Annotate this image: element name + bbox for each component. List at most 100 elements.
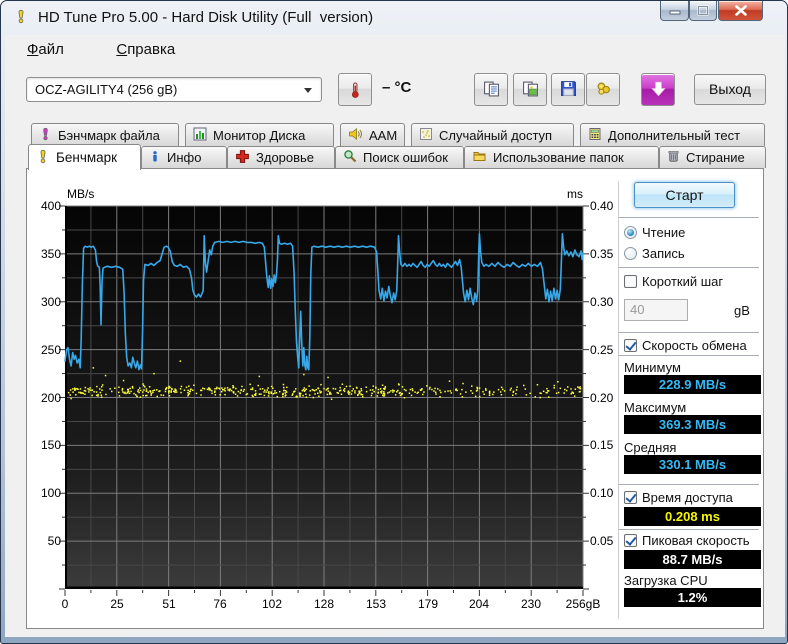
access-time-checkbox[interactable]: Время доступа xyxy=(624,490,765,505)
y-left-tick: 250 xyxy=(40,343,61,357)
speaker-icon xyxy=(348,127,363,144)
tab-label: AAM xyxy=(369,127,398,143)
panel-divider xyxy=(618,181,620,619)
write-radio-label: Запись xyxy=(642,246,685,261)
save-button[interactable] xyxy=(551,73,585,106)
tab-health[interactable]: Здоровье xyxy=(227,146,335,168)
screenshot-button[interactable] xyxy=(641,73,675,106)
tab-extra-tests[interactable]: Дополнительный тест xyxy=(580,123,765,146)
tab-label: Бенчмарк xyxy=(56,150,118,165)
close-button[interactable] xyxy=(718,1,763,21)
tab-label: Дополнительный тест xyxy=(608,127,741,143)
y-right-tick: 0.40 xyxy=(590,199,614,213)
x-tick: 102 xyxy=(261,597,283,611)
gauge-yellow-icon xyxy=(36,149,50,167)
temperature-value: – °C xyxy=(382,79,412,96)
checkbox-icon xyxy=(624,339,637,352)
menu-help[interactable]: Справка xyxy=(110,39,181,60)
tab-label: Использование папок xyxy=(493,150,624,165)
minimize-button[interactable] xyxy=(660,1,689,21)
avg-label: Средняя xyxy=(624,440,677,455)
y-right-tick: 0.30 xyxy=(590,295,614,309)
read-radio-label: Чтение xyxy=(642,225,686,240)
stride-size-input[interactable]: 40 xyxy=(624,299,688,321)
radio-icon xyxy=(624,226,637,239)
tab-disk-monitor[interactable]: Монитор Диска xyxy=(185,123,334,146)
y-right-tick: 0.10 xyxy=(590,486,614,500)
y-right-tick: 0.35 xyxy=(590,247,614,261)
tab-label: Бэнчмарк файла xyxy=(58,127,160,143)
close-icon xyxy=(734,5,747,16)
temperature-button[interactable] xyxy=(338,73,372,106)
minimize-icon xyxy=(669,10,680,15)
menu-file[interactable]: Файл xyxy=(21,39,70,60)
y-right-tick: 0.25 xyxy=(590,343,614,357)
y-left-tick: 150 xyxy=(40,438,61,452)
x-tick: 179 xyxy=(417,597,439,611)
min-value: 228.9 MB/s xyxy=(624,375,761,394)
options-button[interactable] xyxy=(586,73,620,106)
y-left-tick: 50 xyxy=(47,534,61,548)
write-radio[interactable]: Запись xyxy=(624,246,765,261)
separator xyxy=(619,484,759,486)
tab-file-benchmark[interactable]: Бэнчмарк файла xyxy=(31,123,179,146)
checkbox-icon xyxy=(624,275,637,288)
chart-plot xyxy=(59,205,589,596)
tab-benchmark[interactable]: Бенчмарк xyxy=(28,144,141,170)
checkbox-icon xyxy=(624,491,637,504)
cpu-usage-value: 1.2% xyxy=(624,588,761,607)
y-left-tick: 350 xyxy=(40,247,61,261)
x-tick: 128 xyxy=(313,597,335,611)
thermometer-icon xyxy=(339,80,371,100)
maximize-icon xyxy=(697,5,709,16)
burst-rate-checkbox[interactable]: Пиковая скорость xyxy=(624,533,765,548)
transfer-rate-checkbox[interactable]: Скорость обмена xyxy=(624,338,765,353)
separator xyxy=(619,529,759,531)
tab-folder-usage[interactable]: Использование папок xyxy=(464,146,659,168)
calculator-icon xyxy=(588,127,602,144)
short-stride-checkbox[interactable]: Короткий шаг xyxy=(624,274,765,289)
tab-label: Монитор Диска xyxy=(213,127,306,143)
benchmark-chart xyxy=(57,200,591,599)
maximize-button[interactable] xyxy=(689,1,717,21)
y-right-tick: 0.05 xyxy=(590,534,614,548)
folder-icon xyxy=(472,149,487,166)
separator xyxy=(619,355,759,357)
y-left-axis-title: MB/s xyxy=(67,187,95,201)
tab-random-access[interactable]: Случайный доступ xyxy=(411,123,574,146)
benchmark-page: MB/s ms 400 350 300 250 200 150 100 50 0.40 0.35 0.3… xyxy=(26,168,764,629)
drive-select-dropdown[interactable]: OCZ-AGILITY4 (256 gB) xyxy=(26,77,322,102)
y-left-tick: 300 xyxy=(40,295,61,309)
tab-info[interactable]: Инфо xyxy=(141,146,227,168)
drive-select-value: OCZ-AGILITY4 (256 gB) xyxy=(35,82,178,97)
separator xyxy=(619,267,759,269)
tab-aam[interactable]: AAM xyxy=(340,123,405,146)
copy-icon xyxy=(475,80,507,98)
x-tick: 153 xyxy=(365,597,387,611)
copy-image-icon xyxy=(514,80,546,98)
gauge-magenta-icon xyxy=(39,127,52,144)
tab-label: Инфо xyxy=(167,150,202,165)
tab-error-scan[interactable]: Поиск ошибок xyxy=(335,146,464,168)
window-title: HD Tune Pro 5.00 - Hard Disk Utility (Fu… xyxy=(38,9,374,26)
read-radio[interactable]: Чтение xyxy=(624,225,765,240)
menu-bar: Файл Справка xyxy=(5,35,785,65)
min-label: Минимум xyxy=(624,360,681,375)
separator xyxy=(619,332,759,334)
x-tick: 256gB xyxy=(565,597,601,611)
copy-image-button[interactable] xyxy=(513,73,547,106)
title-bar[interactable]: HD Tune Pro 5.00 - Hard Disk Utility (Fu… xyxy=(1,1,787,35)
avg-value: 330.1 MB/s xyxy=(624,455,761,474)
x-tick: 51 xyxy=(162,597,176,611)
tab-label: Здоровье xyxy=(256,150,315,165)
tab-erase[interactable]: Стирание xyxy=(659,146,766,168)
exit-button[interactable]: Выход xyxy=(694,74,766,105)
tab-label: Стирание xyxy=(686,150,745,165)
transfer-rate-label: Скорость обмена xyxy=(642,338,747,353)
save-icon xyxy=(552,80,584,97)
separator xyxy=(619,217,759,219)
options-icon xyxy=(587,80,619,97)
magnifier-icon xyxy=(343,149,357,166)
start-button[interactable]: Старт xyxy=(634,182,735,208)
copy-button[interactable] xyxy=(474,73,508,106)
